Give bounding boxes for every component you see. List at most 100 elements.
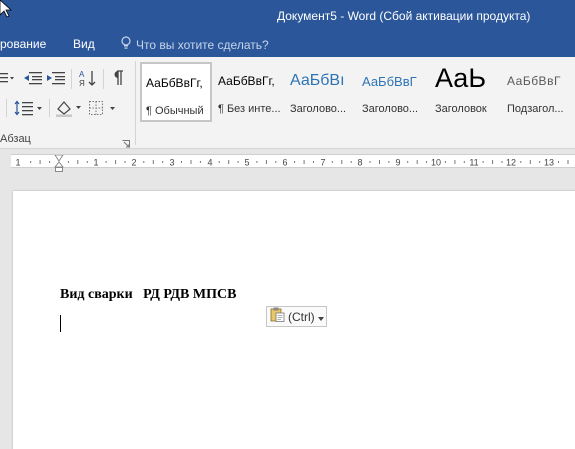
paste-options-button[interactable]: (Ctrl) [266, 306, 327, 327]
ruler-tick [407, 161, 409, 163]
tell-me-placeholder: Что вы хотите сделать? [136, 37, 269, 52]
ruler-tick [303, 160, 305, 164]
style-preview: АаБбВвГ [507, 74, 561, 88]
ruler-number: 11 [469, 158, 478, 168]
tab-view[interactable]: Вид [73, 37, 95, 51]
ruler-tick [341, 160, 343, 164]
ruler-tick [294, 161, 296, 163]
ruler-tick [529, 160, 531, 164]
ruler-tick [199, 161, 201, 163]
paste-options-label: (Ctrl) [288, 309, 315, 324]
tell-me-search[interactable]: Что вы хотите сделать? [121, 36, 269, 53]
ruler-tick [162, 161, 164, 163]
style-name: Заголово... [362, 103, 419, 115]
ruler-tick [350, 161, 352, 163]
ruler-tick [331, 161, 333, 163]
ruler-tick [313, 161, 314, 163]
svg-text:А: А [79, 70, 85, 79]
indent-marker-icon[interactable] [54, 155, 64, 168]
ruler-tick [143, 161, 145, 163]
ruler-tick [256, 161, 258, 163]
ruler-tick [558, 161, 559, 163]
style-no-spacing[interactable]: АаБбВвГг, ¶ Без инте... [214, 62, 286, 122]
ruler-tick [539, 161, 541, 163]
sort-icon[interactable]: АЯ [78, 68, 98, 88]
document-canvas: Вид сварки РД РДВ МПСВ (Ctrl) [0, 172, 575, 449]
ruler-tick [454, 160, 456, 164]
style-heading-2[interactable]: АаБбВвГ Заголово... [358, 62, 430, 122]
ruler-tick [190, 160, 192, 164]
document-text-line[interactable]: Вид сварки РД РДВ МПСВ [60, 287, 236, 303]
ruler-tick [416, 160, 418, 164]
ruler-tick [105, 161, 107, 163]
ruler-number: 12 [506, 158, 516, 168]
ruler-tick [492, 160, 494, 164]
ribbon-divider [49, 99, 50, 117]
style-preview: АаБбВı [290, 72, 345, 89]
ruler-tick [520, 161, 522, 163]
ribbon-divider [71, 69, 72, 89]
ruler-tick [124, 161, 126, 163]
ruler-tick [265, 160, 267, 164]
ruler-tick [379, 160, 380, 164]
ruler-number: 1 [93, 158, 98, 168]
word-window: Документ5 - Word (Сбой активации продукт… [0, 0, 575, 449]
ruler-tick [567, 160, 569, 164]
style-preview: АаБбВвГ [362, 74, 417, 89]
lightbulb-icon [121, 36, 136, 53]
borders-icon[interactable] [88, 98, 118, 118]
ruler-number: 6 [282, 158, 287, 168]
list-icon[interactable] [0, 69, 14, 87]
ruler-number: 7 [320, 158, 325, 168]
ruler-area: 1 1 2 3 4 5 6 7 8 9 10 11 12 13 [0, 150, 575, 172]
dropdown-arrow-icon [317, 308, 324, 326]
increase-indent-icon[interactable] [46, 69, 66, 87]
ruler-tick [115, 160, 117, 164]
paragraph-group-label: Абзац [0, 133, 31, 145]
text-cursor [60, 315, 61, 332]
ruler-tick [30, 161, 32, 163]
horizontal-ruler[interactable]: 1 1 2 3 4 5 6 7 8 9 10 11 12 13 [11, 154, 575, 168]
window-title: Документ5 - Word (Сбой активации продукт… [277, 9, 531, 23]
decrease-indent-icon[interactable] [23, 69, 43, 87]
ruler-tick [482, 161, 484, 163]
style-normal[interactable]: АаБбВвГг, ¶ Обычный [140, 62, 212, 122]
ruler-number: 10 [431, 158, 441, 168]
style-title[interactable]: АаЬ Заголовок [431, 62, 503, 122]
ruler-tick [49, 161, 51, 163]
styles-gallery: АаБбВвГг, ¶ Обычный АаБбВвГг, ¶ Без инте… [140, 62, 575, 124]
style-preview: АаБбВвГг, [218, 74, 275, 88]
style-name: Заголово... [290, 103, 347, 115]
ruler-tick [77, 160, 79, 164]
ribbon-divider [103, 69, 104, 89]
style-heading-1[interactable]: АаБбВı Заголово... [286, 62, 358, 122]
ruler-number: 13 [544, 158, 554, 168]
pilcrow-icon[interactable] [110, 68, 126, 88]
shading-icon[interactable] [54, 98, 84, 118]
line-spacing-icon[interactable] [14, 98, 44, 118]
ruler-number: 2 [131, 158, 136, 168]
ribbon-group-divider [135, 61, 136, 145]
paste-clipboard-icon [270, 307, 285, 327]
ruler-number: 3 [169, 158, 174, 168]
ruler-tick [228, 160, 230, 164]
document-page[interactable]: Вид сварки РД РДВ МПСВ (Ctrl) [13, 191, 575, 449]
ruler-tick [463, 161, 465, 163]
ruler-tick [388, 161, 390, 163]
style-preview: АаБбВвГг, [146, 76, 203, 90]
ruler-number: 8 [357, 158, 362, 168]
ruler-tick [181, 161, 182, 163]
style-subtitle[interactable]: АаБбВвГ Подзагол... [503, 62, 575, 122]
ribbon: АЯ Абзац АаБбВвГг, ¶ Обычный АаБбВвГг, ¶… [0, 57, 575, 149]
dialog-launcher-icon[interactable] [122, 135, 130, 148]
ruler-tick [39, 160, 41, 164]
style-name: ¶ Обычный [146, 105, 204, 117]
ruler-tick [501, 161, 503, 163]
ruler-tick [369, 161, 371, 163]
ribbon-tabs: рование Вид Что вы хотите сделать? [0, 32, 575, 57]
ruler-number: 4 [207, 158, 212, 168]
svg-text:Я: Я [79, 79, 85, 88]
style-name: ¶ Без инте... [218, 103, 281, 115]
tab-review[interactable]: рование [0, 37, 46, 51]
ruler-number: 5 [244, 158, 249, 168]
